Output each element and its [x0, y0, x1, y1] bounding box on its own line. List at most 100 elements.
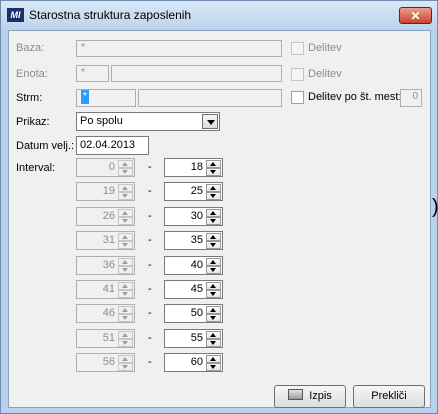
close-button[interactable]: ✕ [399, 7, 432, 24]
interval-to-spinner[interactable]: 60 [164, 353, 223, 373]
spin-up-icon[interactable] [206, 330, 221, 339]
spin-up-icon [118, 208, 133, 217]
spin-up-icon[interactable] [206, 233, 221, 242]
interval-to-value: 45 [190, 283, 203, 295]
interval-from-spinner: 41 [76, 280, 135, 299]
spin-down-icon [118, 314, 133, 323]
interval-to-value: 60 [190, 356, 203, 369]
interval-from-spinner: 56 [76, 353, 135, 373]
interval-separator: - [148, 307, 152, 320]
baza-label: Baza: [16, 42, 45, 54]
title-bar[interactable]: MI Starostna struktura zaposlenih ✕ [1, 1, 437, 30]
delitev-po-mest-label: Delitev po št. mest: [308, 91, 402, 103]
preklici-button[interactable]: Prekliči [353, 385, 425, 408]
chevron-down-icon[interactable] [202, 114, 218, 129]
printer-icon [288, 389, 304, 400]
spin-up-icon[interactable] [206, 282, 221, 290]
spin-down-icon[interactable] [206, 363, 221, 372]
enota-code-field: * [76, 65, 109, 82]
interval-from-value: 19 [102, 185, 115, 198]
spin-down-icon [118, 265, 133, 274]
spin-down-icon [118, 168, 133, 176]
strm-label: Strm: [16, 92, 43, 104]
interval-from-value: 26 [102, 209, 115, 222]
interval-to-spinner[interactable]: 45 [164, 280, 223, 299]
spin-up-icon [118, 330, 133, 339]
spin-down-icon[interactable] [206, 290, 221, 298]
mest-count-field: 0 [400, 89, 422, 107]
interval-to-spinner[interactable]: 18 [164, 158, 223, 177]
spin-up-icon[interactable] [206, 208, 221, 217]
datum-input[interactable]: 02.04.2013 [76, 136, 149, 155]
interval-separator: - [148, 185, 152, 198]
spin-down-icon [118, 192, 133, 201]
interval-to-spinner[interactable]: 35 [164, 231, 223, 251]
spin-up-icon [118, 184, 133, 193]
interval-separator: - [148, 331, 152, 344]
interval-from-value: 46 [102, 307, 115, 320]
delitev-po-mest-checkbox[interactable] [291, 91, 304, 104]
interval-from-spinner: 19 [76, 182, 135, 202]
enota-label: Enota: [16, 68, 48, 80]
interval-to-spinner[interactable]: 50 [164, 304, 223, 324]
izpis-label: Izpis [309, 390, 332, 402]
spin-down-icon[interactable] [206, 314, 221, 323]
strm-code-field[interactable]: * [76, 89, 136, 107]
spin-up-icon [118, 160, 133, 168]
interval-to-value: 30 [190, 209, 203, 222]
interval-from-value: 51 [102, 331, 115, 344]
interval-from-spinner: 36 [76, 255, 135, 275]
interval-separator: - [148, 161, 152, 173]
spin-up-icon [118, 257, 133, 266]
interval-separator: - [148, 234, 152, 247]
background-fragment: ) [432, 196, 438, 219]
prikaz-label: Prikaz: [16, 116, 50, 128]
interval-to-value: 50 [190, 307, 203, 320]
spin-down-icon[interactable] [206, 265, 221, 274]
interval-from-value: 0 [108, 161, 115, 173]
izpis-button[interactable]: Izpis [274, 385, 346, 408]
spin-up-icon[interactable] [206, 257, 221, 266]
spin-down-icon [118, 363, 133, 372]
spin-up-icon [118, 282, 133, 290]
spin-up-icon[interactable] [206, 184, 221, 193]
delitev-label-1: Delitev [308, 42, 342, 54]
strm-selected-text: * [81, 90, 89, 104]
interval-separator: - [148, 209, 152, 222]
prikaz-select[interactable]: Po spolu [76, 112, 220, 131]
spin-down-icon[interactable] [206, 338, 221, 347]
spin-up-icon[interactable] [206, 355, 221, 364]
interval-from-spinner: 26 [76, 206, 135, 226]
delitev-label-2: Delitev [308, 68, 342, 80]
interval-to-spinner[interactable]: 40 [164, 255, 223, 275]
spin-down-icon[interactable] [206, 241, 221, 250]
spin-up-icon[interactable] [206, 160, 221, 168]
app-logo-icon: MI [7, 8, 24, 22]
interval-to-spinner[interactable]: 55 [164, 328, 223, 348]
window-title: Starostna struktura zaposlenih [29, 8, 192, 22]
interval-separator: - [148, 356, 152, 369]
delitev-checkbox-1 [291, 42, 304, 55]
interval-to-value: 25 [190, 185, 203, 198]
interval-from-value: 41 [102, 283, 115, 295]
spin-down-icon [118, 216, 133, 225]
spin-down-icon[interactable] [206, 168, 221, 176]
delitev-checkbox-2 [291, 68, 304, 81]
baza-field: * [76, 40, 282, 57]
strm-name-field[interactable] [138, 89, 282, 107]
interval-from-value: 56 [102, 356, 115, 369]
interval-from-value: 36 [102, 258, 115, 271]
interval-to-spinner[interactable]: 30 [164, 206, 223, 226]
enota-name-field [111, 65, 282, 82]
interval-separator: - [148, 283, 152, 295]
interval-from-spinner: 51 [76, 328, 135, 348]
prikaz-value: Po spolu [80, 115, 123, 127]
spin-down-icon [118, 338, 133, 347]
spin-down-icon[interactable] [206, 216, 221, 225]
interval-to-value: 35 [190, 234, 203, 247]
interval-to-spinner[interactable]: 25 [164, 182, 223, 202]
spin-up-icon[interactable] [206, 306, 221, 315]
spin-down-icon[interactable] [206, 192, 221, 201]
interval-separator: - [148, 258, 152, 271]
dialog-window: MI Starostna struktura zaposlenih ✕ Baza… [0, 0, 438, 414]
